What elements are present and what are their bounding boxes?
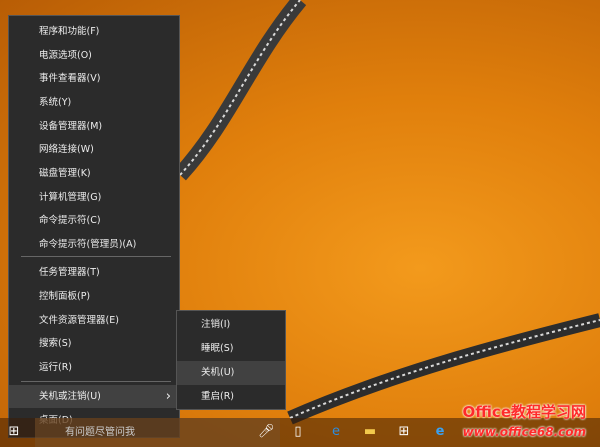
microphone-icon[interactable]: 🎤︎	[258, 424, 275, 440]
store-icon[interactable]: ⊞	[396, 424, 412, 440]
menu-item-label: 命令提示符(C)	[39, 215, 101, 226]
menu-item-label: 磁盘管理(K)	[39, 168, 91, 179]
watermark-title: Office教程学习网	[462, 403, 586, 421]
search-placeholder: 有问题尽管问我	[65, 427, 135, 438]
menu-divider	[21, 381, 171, 382]
submenu-item[interactable]: 重启(R)	[177, 385, 285, 409]
file-explorer-icon[interactable]: ▬	[362, 424, 378, 440]
menu-item[interactable]: 命令提示符(C)	[9, 209, 179, 232]
menu-item[interactable]: 搜索(S)	[9, 332, 179, 355]
menu-divider	[21, 256, 171, 257]
menu-item-label: 运行(R)	[39, 362, 73, 373]
menu-item-label: 设备管理器(M)	[39, 121, 103, 132]
submenu-item[interactable]: 注销(I)	[177, 313, 285, 337]
submenu-item[interactable]: 关机(U)	[177, 361, 285, 385]
road-decor	[174, 0, 307, 181]
menu-item-label: 计算机管理(G)	[39, 192, 102, 203]
menu-item-label: 命令提示符(管理员)(A)	[39, 239, 137, 250]
menu-item-label: 事件查看器(V)	[39, 73, 101, 84]
menu-item[interactable]: 任务管理器(T)	[9, 261, 179, 284]
menu-item[interactable]: 磁盘管理(K)	[9, 162, 179, 185]
start-icon[interactable]: ⊞	[6, 424, 22, 440]
menu-item-label: 控制面板(P)	[39, 291, 91, 302]
menu-item[interactable]: 网络连接(W)	[9, 138, 179, 161]
menu-item[interactable]: 运行(R)	[9, 356, 179, 379]
submenu-item-label: 睡眠(S)	[201, 343, 234, 354]
menu-item[interactable]: 文件资源管理器(E)	[9, 309, 179, 332]
menu-item-label: 网络连接(W)	[39, 144, 94, 155]
watermark-url: www.office68.com	[462, 425, 586, 439]
menu-item-label: 系统(Y)	[39, 97, 72, 108]
menu-item[interactable]: 控制面板(P)	[9, 285, 179, 308]
menu-item-label: 文件资源管理器(E)	[39, 315, 119, 326]
task-view-icon[interactable]: ▯	[290, 424, 306, 440]
menu-item-label: 搜索(S)	[39, 338, 72, 349]
submenu-item-label: 注销(I)	[201, 319, 231, 330]
menu-item-label: 任务管理器(T)	[39, 267, 100, 278]
winx-menu: 程序和功能(F) 电源选项(O) 事件查看器(V) 系统(Y) 设备管理器(M) 网络连接…	[8, 15, 180, 438]
submenu-item-label: 重启(R)	[201, 391, 235, 402]
menu-item[interactable]: 计算机管理(G)	[9, 186, 179, 209]
menu-item-label: 电源选项(O)	[39, 50, 92, 61]
watermark: Office教程学习网 www.office68.com	[462, 402, 586, 442]
chevron-right-icon: ›	[165, 389, 171, 404]
menu-item[interactable]: 系统(Y)	[9, 91, 179, 114]
menu-item[interactable]: 设备管理器(M)	[9, 115, 179, 138]
submenu-item-label: 关机(U)	[201, 367, 235, 378]
menu-item[interactable]: 关机或注销(U) ›	[9, 385, 179, 408]
menu-item[interactable]: 程序和功能(F)	[9, 20, 179, 43]
menu-item-label: 关机或注销(U)	[39, 391, 101, 402]
shutdown-submenu: 注销(I) 睡眠(S) 关机(U) 重启(R)	[176, 310, 286, 410]
menu-item[interactable]: 命令提示符(管理员)(A)	[9, 233, 179, 256]
menu-item-label: 程序和功能(F)	[39, 26, 100, 37]
search-box[interactable]: 有问题尽管问我	[35, 418, 280, 447]
menu-item[interactable]: 电源选项(O)	[9, 44, 179, 67]
menu-item[interactable]: 事件查看器(V)	[9, 67, 179, 90]
submenu-item[interactable]: 睡眠(S)	[177, 337, 285, 361]
ie-icon[interactable]: e	[432, 424, 448, 440]
edge-icon[interactable]: e	[328, 424, 344, 440]
